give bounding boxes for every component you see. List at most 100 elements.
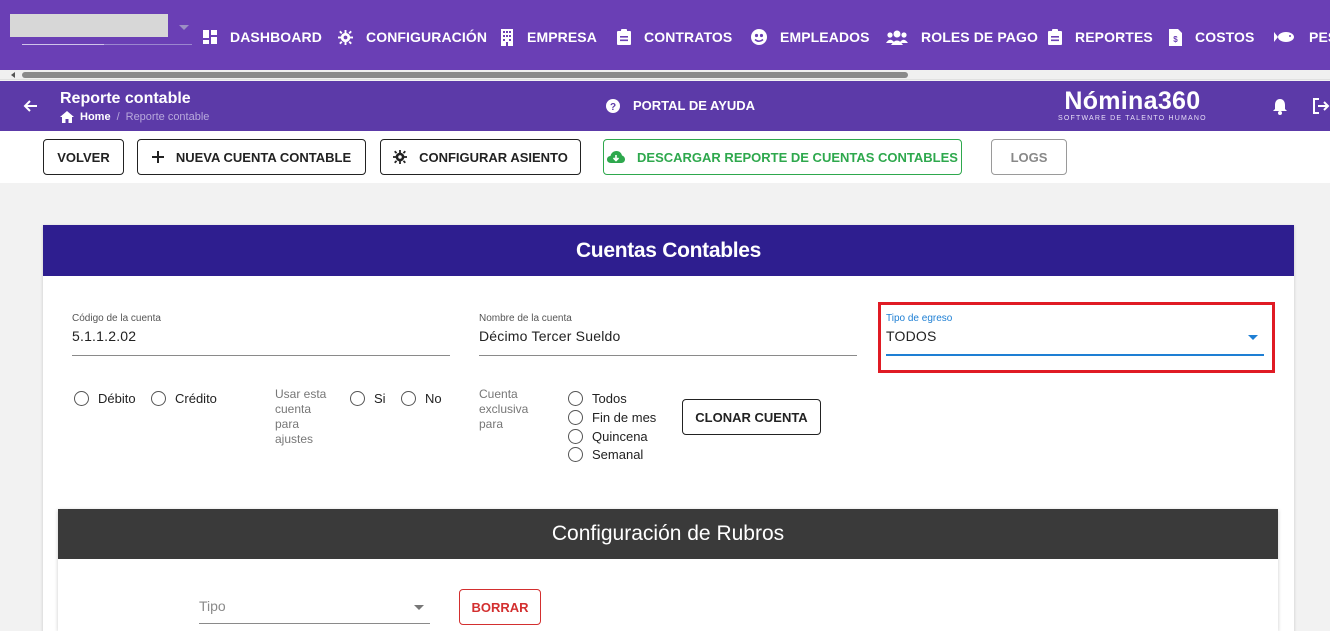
chevron-down-icon[interactable] [179, 25, 189, 30]
nav-dashboard-label: DASHBOARD [230, 29, 322, 45]
clipboard-icon [1048, 29, 1062, 45]
radio-circle[interactable] [568, 410, 583, 425]
nav-contratos-label: CONTRATOS [644, 29, 733, 45]
gear-icon [393, 150, 408, 164]
nav-reportes-label: REPORTES [1075, 29, 1153, 45]
nav-contratos[interactable]: CONTRATOS [617, 27, 732, 47]
codigo-cuenta-value: 5.1.1.2.02 [72, 328, 137, 344]
nav-dashboard[interactable]: DASHBOARD [203, 27, 322, 47]
scrollbar-thumb[interactable] [22, 72, 908, 78]
users-icon [886, 30, 908, 45]
clonar-cuenta-button[interactable]: CLONAR CUENTA [682, 399, 821, 435]
nav-empresa[interactable]: EMPRESA [500, 27, 597, 47]
company-selector[interactable] [10, 14, 168, 37]
volver-label: VOLVER [57, 149, 110, 165]
logout-icon[interactable] [1312, 98, 1330, 114]
descargar-reporte-button[interactable]: DESCARGAR REPORTE DE CUENTAS CONTABLES [603, 139, 962, 175]
logs-label: LOGS [1010, 149, 1048, 165]
tipo-select[interactable]: Tipo [199, 591, 430, 624]
debito-label: Débito [98, 391, 136, 406]
nav-roles-de-pago[interactable]: ROLES DE PAGO [886, 27, 1038, 47]
back-arrow-icon[interactable] [22, 98, 38, 114]
codigo-cuenta-label: Código de la cuenta [72, 313, 161, 324]
nav-empleados[interactable]: EMPLEADOS [751, 27, 870, 47]
codigo-cuenta-field[interactable]: Código de la cuenta 5.1.1.2.02 [72, 313, 450, 356]
quincena-label: Quincena [592, 429, 648, 444]
nav-configuracion-label: CONFIGURACIÓN [366, 29, 488, 45]
usar-ajustes-label: Usar esta cuenta para ajustes [275, 387, 327, 446]
debito-radio[interactable]: Débito [74, 391, 136, 406]
highlight-box [878, 302, 1275, 373]
top-navbar: DASHBOARD CONFIGURACIÓN EMPRESA CONTRATO… [0, 0, 1330, 70]
help-portal-label: PORTAL DE AYUDA [633, 98, 756, 113]
exclusiva-todos-radio[interactable]: Todos [568, 391, 627, 406]
breadcrumb-current: Reporte contable [125, 111, 210, 123]
descargar-reporte-label: DESCARGAR REPORTE DE CUENTAS CONTABLES [637, 149, 958, 165]
brand-logo: Nómina360 SOFTWARE DE TALENTO HUMANO [1058, 87, 1207, 122]
company-selector-underline [22, 44, 192, 45]
svg-text:?: ? [610, 102, 616, 113]
fish-icon [1274, 32, 1294, 42]
nav-costos-label: COSTOS [1195, 29, 1255, 45]
clipboard-icon [617, 29, 631, 45]
nav-empleados-label: EMPLEADOS [780, 29, 870, 45]
exclusiva-fin-de-mes-radio[interactable]: Fin de mes [568, 410, 656, 425]
horizontal-scrollbar[interactable] [0, 70, 1330, 80]
gear-icon [338, 29, 353, 45]
page-title: Reporte contable [60, 90, 191, 107]
svg-text:$: $ [1173, 35, 1178, 44]
action-toolbar: VOLVER NUEVA CUENTA CONTABLE CONFIGURAR … [0, 131, 1330, 183]
radio-circle[interactable] [568, 391, 583, 406]
breadcrumb: Home / Reporte contable [60, 111, 209, 123]
nav-configuracion[interactable]: CONFIGURACIÓN [338, 27, 487, 47]
exclusiva-semanal-radio[interactable]: Semanal [568, 447, 643, 462]
radio-circle[interactable] [74, 391, 89, 406]
configurar-asiento-label: CONFIGURAR ASIENTO [419, 149, 568, 165]
page-header-bar: Reporte contable Home / Reporte contable… [0, 81, 1330, 131]
nueva-cuenta-button[interactable]: NUEVA CUENTA CONTABLE [137, 139, 366, 175]
logs-button[interactable]: LOGS [991, 139, 1067, 175]
nav-empresa-label: EMPRESA [527, 29, 597, 45]
tipo-placeholder: Tipo [199, 598, 226, 614]
employees-icon [751, 29, 767, 45]
scroll-left-icon[interactable] [11, 72, 15, 78]
configurar-asiento-button[interactable]: CONFIGURAR ASIENTO [380, 139, 581, 175]
nav-roles-de-pago-label: ROLES DE PAGO [921, 29, 1038, 45]
nombre-cuenta-field[interactable]: Nombre de la cuenta Décimo Tercer Sueldo [479, 313, 857, 356]
question-circle-icon: ? [606, 98, 620, 113]
plus-icon [151, 151, 164, 163]
card-title: Cuentas Contables [43, 225, 1294, 276]
borrar-button[interactable]: BORRAR [459, 589, 541, 625]
nueva-cuenta-label: NUEVA CUENTA CONTABLE [175, 149, 352, 165]
breadcrumb-separator: / [116, 111, 120, 123]
radio-circle[interactable] [151, 391, 166, 406]
help-portal-link[interactable]: ? PORTAL DE AYUDA [606, 98, 755, 113]
invoice-icon: $ [1169, 28, 1182, 46]
radio-circle[interactable] [350, 391, 365, 406]
nav-pes-label: PES [1309, 29, 1330, 45]
ajustes-si-radio[interactable]: Si [350, 391, 386, 406]
si-label: Si [374, 391, 386, 406]
volver-button[interactable]: VOLVER [43, 139, 124, 175]
building-icon [501, 28, 513, 46]
cuenta-exclusiva-label: Cuenta exclusiva para [479, 387, 529, 431]
brand-tagline: SOFTWARE DE TALENTO HUMANO [1058, 115, 1207, 122]
configuracion-rubros-panel: Configuración de Rubros Tipo BORRAR [58, 509, 1278, 631]
nav-pes[interactable]: PES [1274, 27, 1330, 47]
nav-costos[interactable]: $ COSTOS [1169, 27, 1254, 47]
breadcrumb-home[interactable]: Home [80, 111, 111, 123]
rubros-title: Configuración de Rubros [58, 509, 1278, 559]
ajustes-no-radio[interactable]: No [401, 391, 442, 406]
radio-circle[interactable] [568, 447, 583, 462]
brand-name: Nómina360 [1064, 87, 1201, 115]
radio-circle[interactable] [401, 391, 416, 406]
nav-reportes[interactable]: REPORTES [1048, 27, 1153, 47]
todos-label: Todos [592, 391, 627, 406]
no-label: No [425, 391, 442, 406]
bell-icon[interactable] [1272, 98, 1288, 115]
radio-circle[interactable] [568, 429, 583, 444]
cloud-download-icon [607, 150, 626, 163]
exclusiva-quincena-radio[interactable]: Quincena [568, 429, 648, 444]
nombre-cuenta-label: Nombre de la cuenta [479, 313, 572, 324]
credito-radio[interactable]: Crédito [151, 391, 217, 406]
